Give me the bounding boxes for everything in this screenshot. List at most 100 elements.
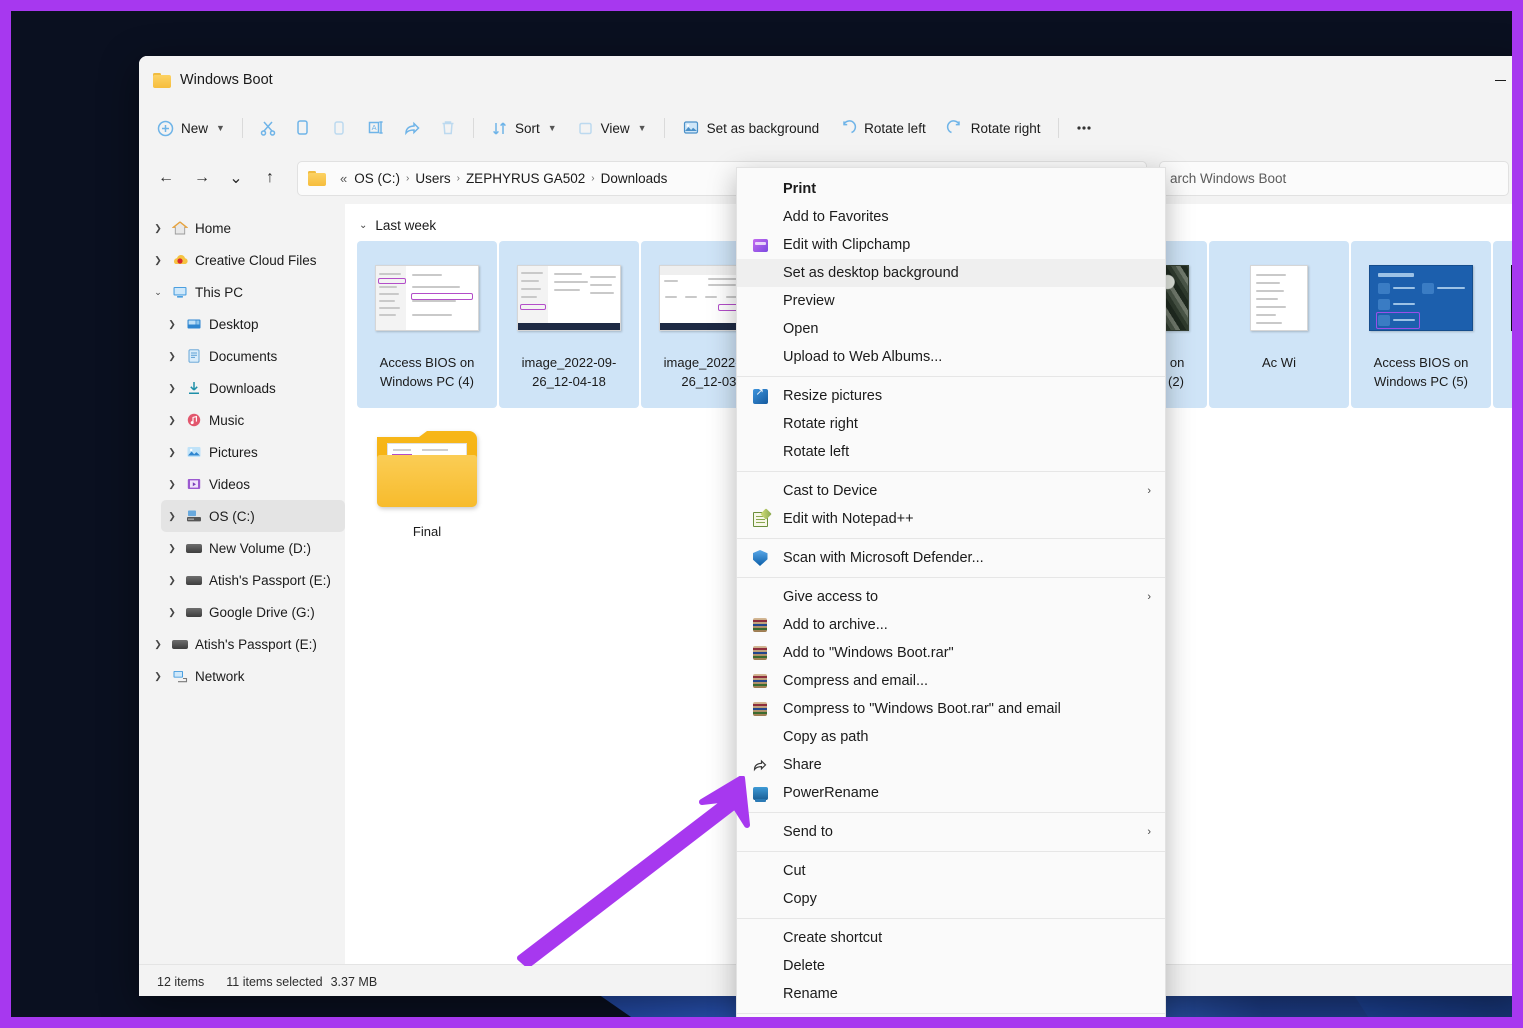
view-button[interactable]: View ▼ <box>567 111 657 145</box>
menu-item-cut[interactable]: Cut <box>737 857 1165 885</box>
forward-button[interactable]: → <box>185 161 219 195</box>
folder-tile[interactable]: Final <box>357 410 497 577</box>
sidebar-item-os-c[interactable]: ❯ OS (C:) <box>161 500 345 532</box>
sidebar-item-desktop[interactable]: ❯ Desktop <box>161 308 345 340</box>
chevron-right-icon[interactable]: ❯ <box>161 543 183 554</box>
menu-item-rotate-right[interactable]: Rotate right <box>737 410 1165 438</box>
cut-button[interactable] <box>250 111 286 145</box>
sidebar-item-this-pc[interactable]: ⌄ This PC <box>147 276 345 308</box>
breadcrumb-item-3[interactable]: Downloads <box>601 171 668 186</box>
chevron-right-icon[interactable]: ❯ <box>147 671 169 682</box>
menu-item-create-shortcut[interactable]: Create shortcut <box>737 924 1165 952</box>
sidebar-item-pictures[interactable]: ❯ Pictures <box>161 436 345 468</box>
command-bar: New ▼ A Sort ▼ View ▼ Set as background … <box>139 104 1512 152</box>
resize-pictures-icon <box>737 387 783 404</box>
menu-item-compress-to-windows-boot-rar-and-email[interactable]: Compress to "Windows Boot.rar" and email <box>737 695 1165 723</box>
sidebar-item-atish-passport-e[interactable]: ❯ Atish's Passport (E:) <box>161 564 345 596</box>
menu-item-upload-to-web-albums[interactable]: Upload to Web Albums... <box>737 343 1165 371</box>
chevron-right-icon[interactable]: ❯ <box>147 639 169 650</box>
defender-icon <box>737 550 783 566</box>
rotate-left-button[interactable]: Rotate left <box>829 111 936 145</box>
menu-item-properties[interactable]: Properties <box>737 1019 1165 1028</box>
chevron-right-icon[interactable]: ❯ <box>147 255 169 266</box>
menu-item-share[interactable]: Share <box>737 751 1165 779</box>
menu-item-open[interactable]: Open <box>737 315 1165 343</box>
sidebar-item-network[interactable]: ❯ Network <box>147 660 345 692</box>
chevron-right-icon[interactable]: ❯ <box>161 479 183 490</box>
menu-item-give-access-to[interactable]: Give access to › <box>737 583 1165 611</box>
menu-item-resize-pictures[interactable]: Resize pictures <box>737 382 1165 410</box>
sidebar-item-videos[interactable]: ❯ Videos <box>161 468 345 500</box>
chevron-right-icon[interactable]: ❯ <box>161 511 183 522</box>
breadcrumb-item-1[interactable]: Users <box>415 171 450 186</box>
chevron-right-icon[interactable]: ❯ <box>161 607 183 618</box>
copy-button[interactable] <box>286 111 322 145</box>
chevron-right-icon[interactable]: ❯ <box>161 575 183 586</box>
menu-item-edit-with-notepadpp[interactable]: Edit with Notepad++ <box>737 505 1165 533</box>
home-icon <box>169 220 191 236</box>
chevron-down-icon[interactable]: ⌄ <box>359 220 367 231</box>
menu-item-compress-and-email[interactable]: Compress and email... <box>737 667 1165 695</box>
recent-locations-button[interactable]: ⌄ <box>221 161 251 195</box>
breadcrumb-separator[interactable]: › <box>404 173 411 184</box>
menu-item-add-to-favorites[interactable]: Add to Favorites <box>737 203 1165 231</box>
menu-item-rename[interactable]: Rename <box>737 980 1165 1008</box>
menu-item-set-as-desktop-background[interactable]: Set as desktop background <box>737 259 1165 287</box>
menu-item-add-to-archive[interactable]: Add to archive... <box>737 611 1165 639</box>
sidebar-item-music[interactable]: ❯ Music <box>161 404 345 436</box>
delete-button[interactable] <box>430 111 466 145</box>
chevron-right-icon[interactable]: ❯ <box>161 319 183 330</box>
menu-item-scan-with-microsoft-defender[interactable]: Scan with Microsoft Defender... <box>737 544 1165 572</box>
chevron-right-icon[interactable]: ❯ <box>161 383 183 394</box>
share-button[interactable] <box>394 111 430 145</box>
menu-item-send-to[interactable]: Send to › <box>737 818 1165 846</box>
breadcrumb-ellipsis[interactable]: « <box>337 171 350 186</box>
menu-item-print[interactable]: Print <box>737 175 1165 203</box>
breadcrumb-separator[interactable]: › <box>589 173 596 184</box>
file-tile[interactable]: Access BIOS on Windows PC (1) <box>1493 241 1512 408</box>
breadcrumb-item-2[interactable]: ZEPHYRUS GA502 <box>466 171 585 186</box>
menu-separator <box>737 538 1165 539</box>
chevron-right-icon[interactable]: ❯ <box>161 415 183 426</box>
file-tile[interactable]: Access BIOS on Windows PC (4) <box>357 241 497 408</box>
set-as-background-button[interactable]: Set as background <box>672 111 830 145</box>
sidebar-item-creative-cloud-files[interactable]: ❯ Creative Cloud Files <box>147 244 345 276</box>
sidebar-item-new-volume-d[interactable]: ❯ New Volume (D:) <box>161 532 345 564</box>
menu-item-edit-with-clipchamp[interactable]: Edit with Clipchamp <box>737 231 1165 259</box>
chevron-right-icon[interactable]: ❯ <box>147 223 169 234</box>
chevron-right-icon[interactable]: ❯ <box>161 351 183 362</box>
file-tile[interactable]: image_2022-09-26_12-04-18 <box>499 241 639 408</box>
menu-item-rotate-left[interactable]: Rotate left <box>737 438 1165 466</box>
sidebar-item-label: Downloads <box>209 380 276 396</box>
chevron-right-icon[interactable]: ❯ <box>161 447 183 458</box>
sidebar-item-downloads[interactable]: ❯ Downloads <box>161 372 345 404</box>
sidebar-item-home[interactable]: ❯ Home <box>147 212 345 244</box>
menu-item-copy-as-path[interactable]: Copy as path <box>737 723 1165 751</box>
new-button[interactable]: New ▼ <box>147 111 235 145</box>
os-drive-icon <box>183 508 205 524</box>
sidebar-item-google-drive-g[interactable]: ❯ Google Drive (G:) <box>161 596 345 628</box>
menu-item-preview[interactable]: Preview <box>737 287 1165 315</box>
menu-item-add-to-windows-boot-rar[interactable]: Add to "Windows Boot.rar" <box>737 639 1165 667</box>
chevron-down-icon[interactable]: ⌄ <box>147 287 169 298</box>
menu-item-powerrename[interactable]: PowerRename <box>737 779 1165 807</box>
menu-item-label: Add to archive... <box>783 617 888 633</box>
search-input[interactable]: arch Windows Boot <box>1159 160 1509 196</box>
sort-button[interactable]: Sort ▼ <box>481 111 567 145</box>
sidebar-item-atish-passport-e-root[interactable]: ❯ Atish's Passport (E:) <box>147 628 345 660</box>
rotate-right-button[interactable]: Rotate right <box>936 111 1051 145</box>
more-options-button[interactable] <box>1066 111 1102 145</box>
menu-item-cast-to-device[interactable]: Cast to Device › <box>737 477 1165 505</box>
breadcrumb-item-0[interactable]: OS (C:) <box>354 171 400 186</box>
up-button[interactable]: ↑ <box>253 161 287 195</box>
file-tile[interactable]: Access BIOS on Windows PC (5) <box>1351 241 1491 408</box>
file-tile[interactable]: Ac Wi <box>1209 241 1349 408</box>
minimize-button[interactable] <box>1477 56 1512 104</box>
back-button[interactable]: ← <box>149 161 183 195</box>
paste-button[interactable] <box>322 111 358 145</box>
menu-item-delete[interactable]: Delete <box>737 952 1165 980</box>
rename-button[interactable]: A <box>358 111 394 145</box>
menu-item-copy[interactable]: Copy <box>737 885 1165 913</box>
breadcrumb-separator[interactable]: › <box>455 173 462 184</box>
sidebar-item-documents[interactable]: ❯ Documents <box>161 340 345 372</box>
